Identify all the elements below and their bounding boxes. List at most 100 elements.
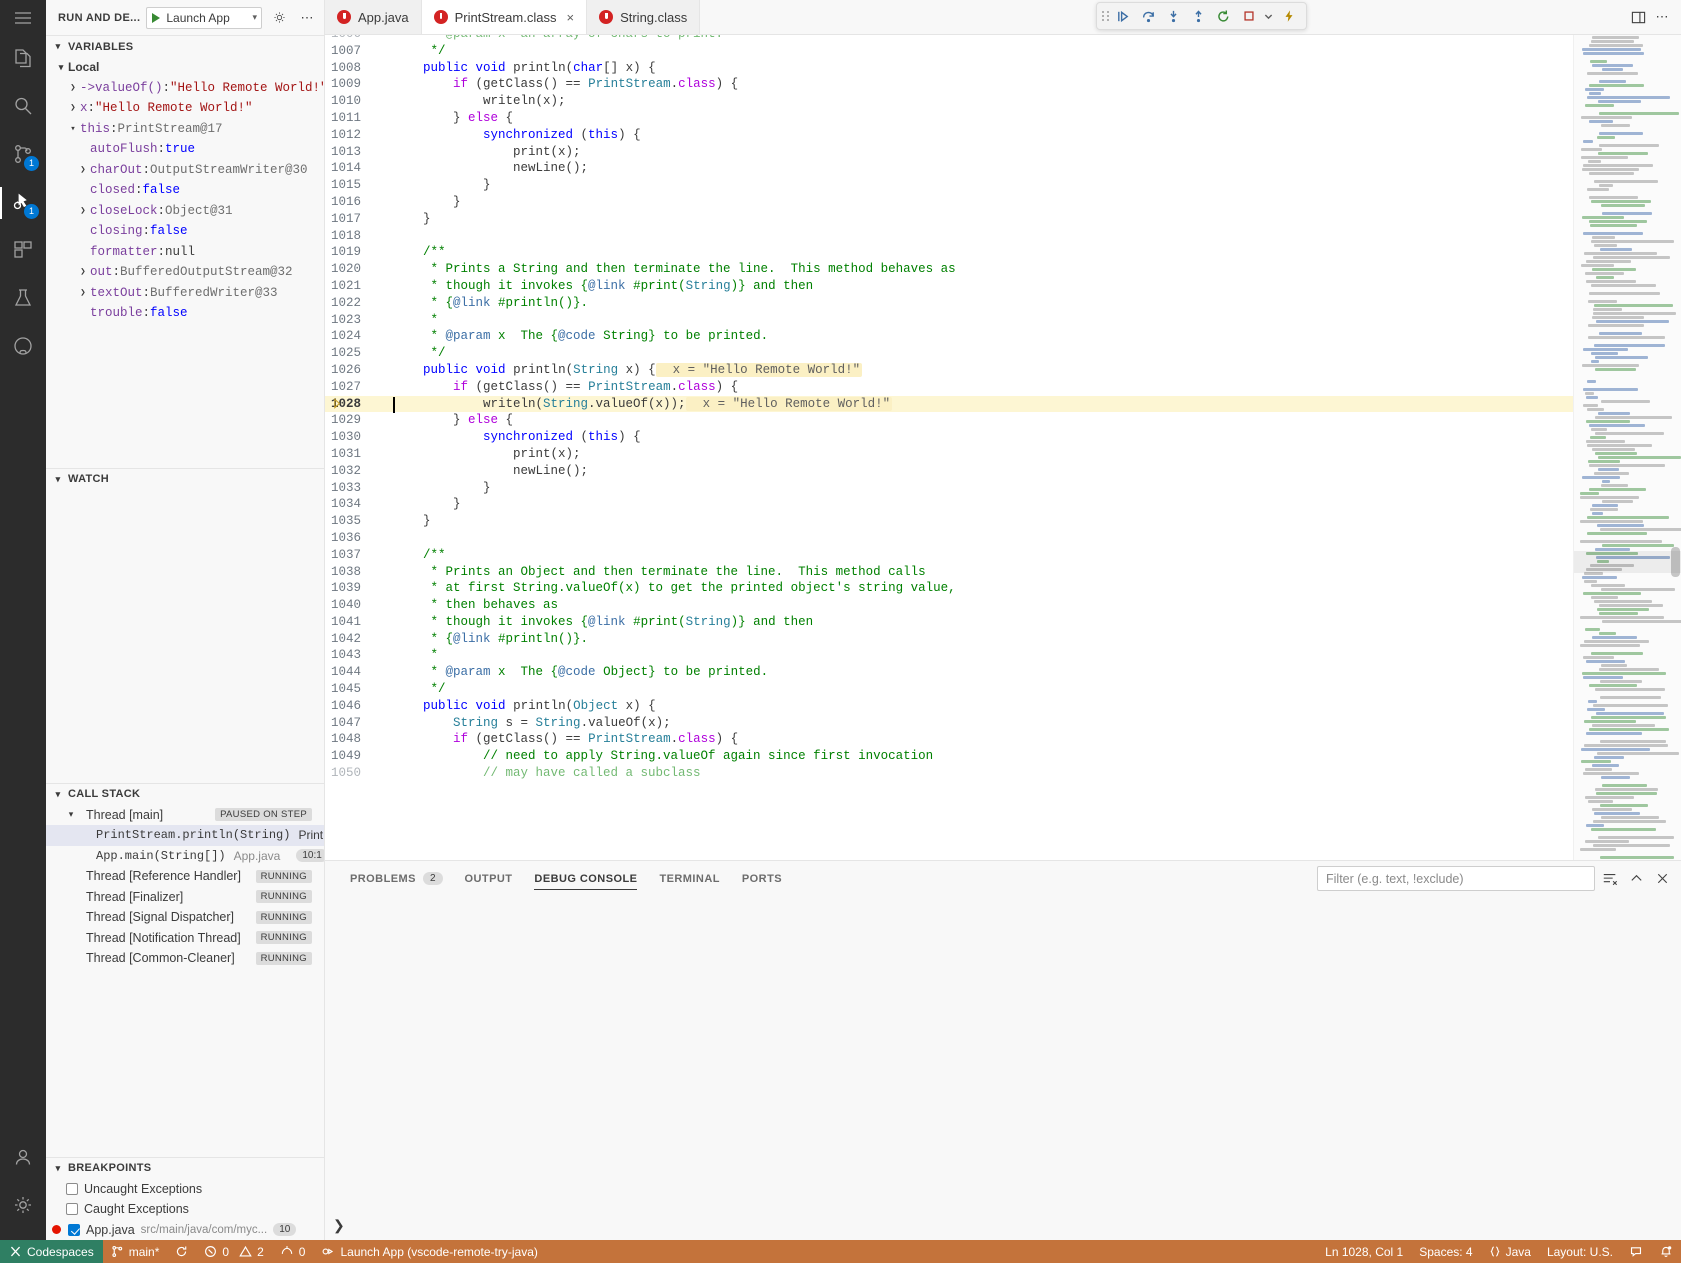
callstack-row[interactable]: Thread [Signal Dispatcher] RUNNING [46, 907, 324, 928]
variable-row[interactable]: ❯ out: BufferedOutputStream@32 [46, 262, 324, 283]
status-branch[interactable]: main* [103, 1240, 168, 1263]
panel-filter-input[interactable]: Filter (e.g. text, !exclude) [1317, 866, 1595, 891]
sidebar-more-actions-button[interactable]: ⋯ [296, 7, 318, 29]
minimap[interactable] [1573, 35, 1681, 860]
chevron-right-icon[interactable]: ❯ [76, 288, 90, 298]
sidebar-item-github[interactable] [0, 323, 46, 371]
stop-button[interactable] [1237, 5, 1260, 28]
status-debug-session[interactable]: Launch App (vscode-remote-try-java) [313, 1240, 545, 1263]
panel-tab[interactable]: PORTS [731, 861, 793, 896]
variable-row[interactable]: autoFlush: true [46, 139, 324, 160]
start-debug-icon[interactable] [152, 12, 161, 23]
callstack-row[interactable]: Thread [Reference Handler] RUNNING [46, 866, 324, 887]
sidebar-item-extensions[interactable] [0, 227, 46, 275]
chevron-right-icon[interactable]: ❯ [76, 165, 90, 175]
status-ports[interactable]: 0 [272, 1240, 314, 1263]
minimap-slider[interactable] [1574, 551, 1681, 573]
code-text: public void println(String x) { x = "Hel… [377, 362, 1573, 379]
callstack-row[interactable]: PrintStream.println(String) Print... [46, 825, 324, 846]
callstack-row[interactable]: Thread [Common-Cleaner] RUNNING [46, 948, 324, 969]
chevron-right-icon[interactable]: ❯ [66, 83, 80, 93]
code-token: x The { [490, 665, 559, 680]
callstack-row[interactable]: Thread [Finalizer] RUNNING [46, 887, 324, 908]
code-editor[interactable]: 1006 * @param x an array of chars to pri… [325, 35, 1573, 860]
status-notifications[interactable] [1651, 1240, 1681, 1263]
variable-row[interactable]: ❯ textOut: BufferedWriter@33 [46, 283, 324, 304]
continue-button[interactable] [1112, 5, 1135, 28]
launch-configuration-select[interactable]: Launch App ▾ [146, 6, 262, 29]
step-over-button[interactable] [1137, 5, 1160, 28]
status-indentation[interactable]: Spaces: 4 [1411, 1240, 1480, 1263]
code-token: @param [445, 329, 491, 344]
watch-section-header[interactable]: ▾ WATCH [46, 467, 324, 490]
breakpoint-row[interactable]: App.java src/main/java/com/myc... 10 [46, 1220, 324, 1241]
callstack-row[interactable]: App.main(String[]) App.java 10:1 [46, 846, 324, 867]
status-language[interactable]: Java [1481, 1240, 1539, 1263]
clear-console-button[interactable] [1599, 868, 1621, 890]
hamburger-icon[interactable] [0, 0, 46, 35]
debug-console-body[interactable]: ❯ [325, 896, 1681, 1240]
chevron-right-icon[interactable]: ❯ [76, 267, 90, 277]
panel-tab[interactable]: TERMINAL [648, 861, 730, 896]
callstack-section-header[interactable]: ▾ CALL STACK [46, 782, 324, 805]
sidebar-item-source-control[interactable]: 1 [0, 131, 46, 179]
close-icon[interactable]: × [566, 10, 574, 25]
status-cursor-position[interactable]: Ln 1028, Col 1 [1317, 1240, 1411, 1263]
editor-tab[interactable]: PrintStream.class × [421, 0, 588, 34]
breakpoint-checkbox[interactable] [66, 1182, 78, 1195]
editor-more-actions-button[interactable]: ⋯ [1651, 6, 1673, 28]
minimap-line [1586, 516, 1669, 519]
status-sync[interactable] [167, 1240, 196, 1263]
chevron-down-icon[interactable]: ▾ [66, 124, 80, 134]
code-text: } [377, 211, 1573, 228]
variable-row[interactable]: closing: false [46, 221, 324, 242]
variable-row[interactable]: trouble: false [46, 303, 324, 324]
variable-row[interactable]: formatter: null [46, 242, 324, 263]
status-layout[interactable]: Layout: U.S. [1539, 1240, 1621, 1263]
breakpoint-checkbox[interactable] [68, 1223, 80, 1236]
variables-section-header[interactable]: ▾ VARIABLES [46, 35, 324, 57]
close-panel-button[interactable] [1651, 868, 1673, 890]
variable-row[interactable]: closed: false [46, 180, 324, 201]
editor-tab[interactable]: String.class [587, 0, 701, 34]
step-into-button[interactable] [1162, 5, 1185, 28]
status-codespaces[interactable]: Codespaces [0, 1240, 103, 1263]
chevron-right-icon[interactable]: ❯ [76, 206, 90, 216]
editor-tab[interactable]: App.java [325, 0, 422, 34]
breakpoint-candidate-icon[interactable] [333, 398, 344, 410]
lightning-button[interactable] [1277, 5, 1300, 28]
code-text: } [377, 496, 1573, 513]
breakpoint-checkbox[interactable] [66, 1203, 78, 1216]
open-launch-json-button[interactable] [268, 7, 290, 29]
variable-row[interactable]: ❯ x: "Hello Remote World!" [46, 98, 324, 119]
variable-row[interactable]: ❯ charOut: OutputStreamWriter@30 [46, 160, 324, 181]
status-problems[interactable]: 0 2 [196, 1240, 271, 1263]
breakpoint-row[interactable]: Caught Exceptions [46, 1199, 324, 1220]
restart-button[interactable] [1212, 5, 1235, 28]
step-out-button[interactable] [1187, 5, 1210, 28]
variable-row[interactable]: ❯ ->valueOf(): "Hello Remote World!" [46, 78, 324, 99]
collapse-panel-button[interactable] [1625, 868, 1647, 890]
panel-tab[interactable]: DEBUG CONSOLE [523, 861, 648, 896]
editor-scrollbar-thumb[interactable] [1671, 547, 1680, 577]
panel-tab[interactable]: OUTPUT [454, 861, 524, 896]
panel-tab[interactable]: PROBLEMS 2 [339, 861, 454, 896]
breakpoint-row[interactable]: Uncaught Exceptions [46, 1179, 324, 1200]
drag-handle-icon[interactable] [1100, 7, 1110, 25]
chevron-right-icon[interactable]: ❯ [66, 103, 80, 113]
variables-scope-local[interactable]: ▾ Local [46, 57, 324, 78]
breakpoints-section-header[interactable]: ▾ BREAKPOINTS [46, 1156, 324, 1179]
callstack-row[interactable]: ▾ Thread [main] PAUSED ON STEP [46, 805, 324, 826]
split-editor-button[interactable] [1627, 6, 1649, 28]
sidebar-item-testing[interactable] [0, 275, 46, 323]
sidebar-item-explorer[interactable] [0, 35, 46, 83]
variable-row[interactable]: ❯ closeLock: Object@31 [46, 201, 324, 222]
sidebar-item-run-and-debug[interactable]: 1 [0, 179, 46, 227]
sidebar-item-search[interactable] [0, 83, 46, 131]
status-feedback[interactable] [1621, 1240, 1651, 1263]
callstack-row[interactable]: Thread [Notification Thread] RUNNING [46, 928, 324, 949]
variable-row[interactable]: ▾ this: PrintStream@17 [46, 119, 324, 140]
accounts-button[interactable] [0, 1134, 46, 1182]
stop-dropdown-button[interactable] [1262, 5, 1275, 28]
manage-settings-button[interactable] [0, 1182, 46, 1230]
